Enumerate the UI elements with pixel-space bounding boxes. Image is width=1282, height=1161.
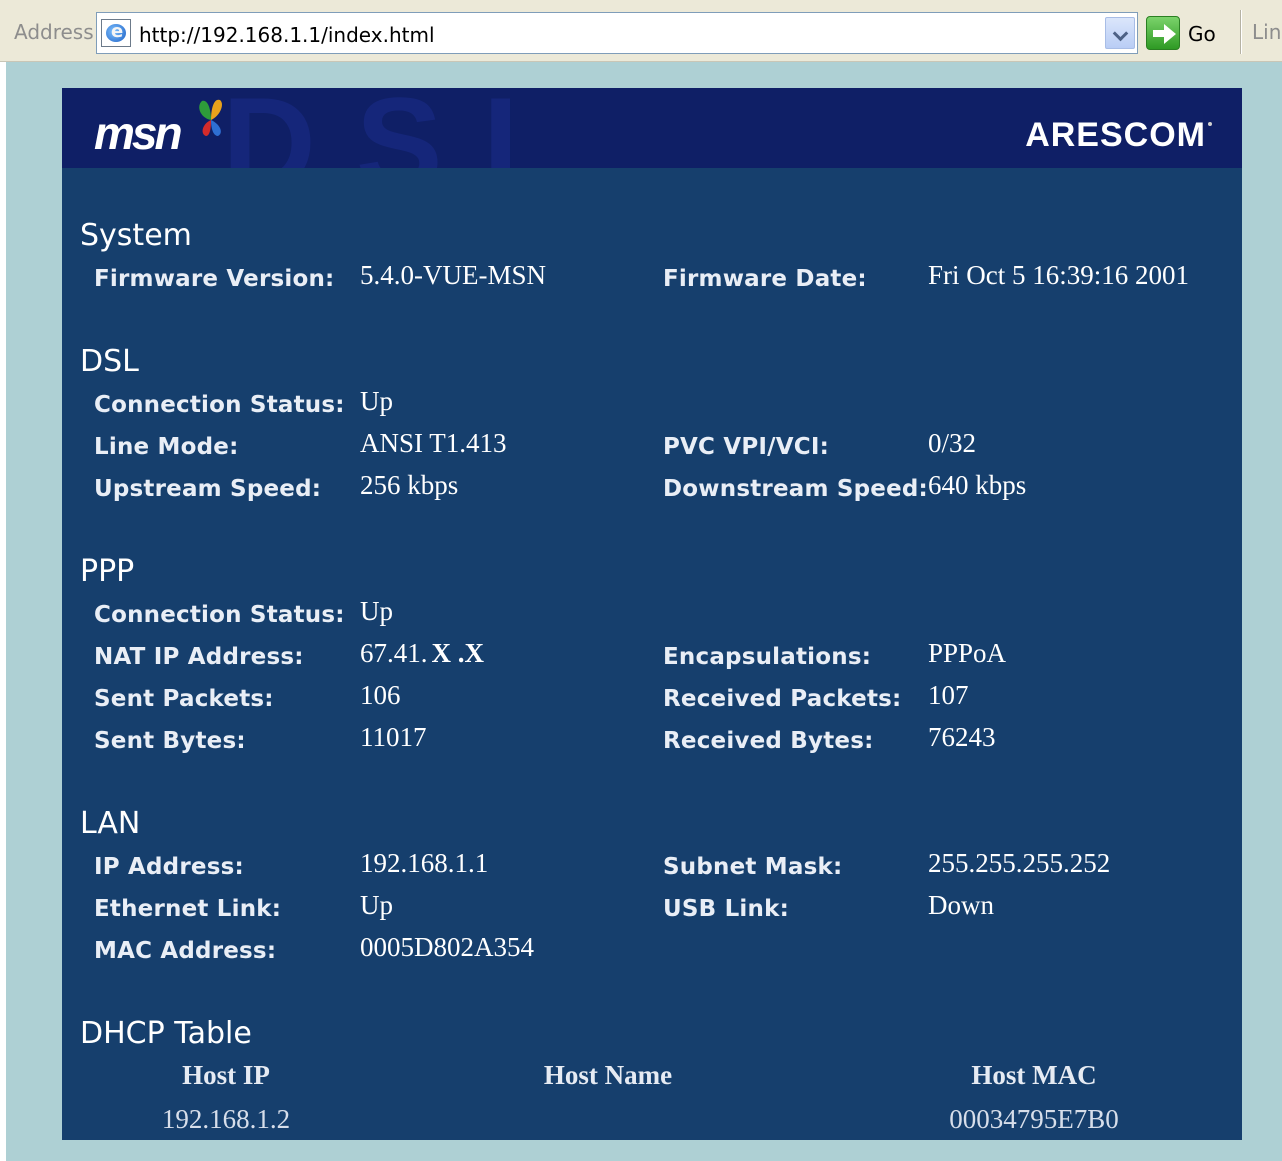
received-packets-label: Received Packets: [663,686,902,712]
nat-ip-label: NAT IP Address: [94,644,304,670]
sent-packets-value: 106 [360,680,401,710]
go-label: Go [1188,22,1216,46]
downstream-speed-label: Downstream Speed: [663,476,928,502]
dhcp-cell-host-mac: 00034795E7B0 [949,1104,1119,1134]
line-mode-label: Line Mode: [94,434,239,460]
page-icon [101,19,131,47]
firmware-date-label: Firmware Date: [663,266,867,292]
go-button[interactable]: Go [1146,14,1226,52]
dsl-connection-status-value: Up [360,386,393,416]
section-title-system: System [80,218,192,253]
encapsulations-value: PPPoA [928,638,1007,668]
dhcp-header-host-name: Host Name [543,1060,673,1090]
sent-bytes-value: 11017 [360,722,427,752]
mac-address-label: MAC Address: [94,938,277,964]
lan-ip-label: IP Address: [94,854,244,880]
dhcp-header-host-ip: Host IP [182,1060,270,1090]
banner: DSL msn ARESCOM [62,88,1242,168]
toolbar-separator [1240,10,1242,54]
nat-ip-masked: X .X [431,638,485,668]
msn-logo: msn [94,107,183,159]
arescom-logo: ARESCOM [1025,116,1206,154]
upstream-speed-label: Upstream Speed: [94,476,322,502]
section-title-ppp: PPP [80,554,135,589]
mac-address-value: 0005D802A354 [360,932,534,962]
firmware-date-value: Fri Oct 5 16:39:16 2001 [928,260,1189,290]
upstream-speed-value: 256 kbps [360,470,459,500]
usb-link-value: Down [928,890,994,920]
encapsulations-label: Encapsulations: [663,644,872,670]
url-text[interactable]: http://192.168.1.1/index.html [139,23,435,47]
nat-ip-value: 67.41. X .X [360,638,484,669]
firmware-version-label: Firmware Version: [94,266,335,292]
subnet-mask-value: 255.255.255.252 [928,848,1111,878]
trademark-mark [1208,122,1212,126]
sent-packets-label: Sent Packets: [94,686,274,712]
sent-bytes-label: Sent Bytes: [94,728,246,754]
address-label: Address [14,20,94,44]
ppp-connection-status-label: Connection Status: [94,602,345,628]
ethernet-link-value: Up [360,890,393,920]
dhcp-header-host-mac: Host MAC [971,1060,1097,1090]
subnet-mask-label: Subnet Mask: [663,854,843,880]
go-arrow-icon [1146,16,1180,50]
address-bar: Address http://192.168.1.1/index.html Go… [0,0,1282,62]
pvc-value: 0/32 [928,428,977,458]
nat-ip-prefix: 67.41. [360,638,428,668]
received-packets-value: 107 [928,680,969,710]
status-panel: DSL msn ARESCOM System Firmware Version:… [62,88,1242,1140]
links-button[interactable]: Link [1252,20,1282,44]
line-mode-value: ANSI T1.413 [360,428,507,458]
chevron-down-icon[interactable] [1105,17,1135,49]
section-title-dsl: DSL [80,344,139,379]
section-title-dhcp: DHCP Table [80,1016,252,1051]
dhcp-cell-host-ip: 192.168.1.2 [161,1104,291,1134]
received-bytes-value: 76243 [928,722,996,752]
url-input[interactable]: http://192.168.1.1/index.html [96,12,1138,54]
ppp-connection-status-value: Up [360,596,393,626]
msn-butterfly-icon [199,99,222,136]
dsl-connection-status-label: Connection Status: [94,392,345,418]
received-bytes-label: Received Bytes: [663,728,874,754]
downstream-speed-value: 640 kbps [928,470,1027,500]
section-title-lan: LAN [80,806,141,841]
banner-watermark: DSL [222,88,602,168]
lan-ip-value: 192.168.1.1 [360,848,489,878]
firmware-version-value: 5.4.0-VUE-MSN [360,260,546,290]
pvc-label: PVC VPI/VCI: [663,434,829,460]
usb-link-label: USB Link: [663,896,789,922]
ethernet-link-label: Ethernet Link: [94,896,282,922]
